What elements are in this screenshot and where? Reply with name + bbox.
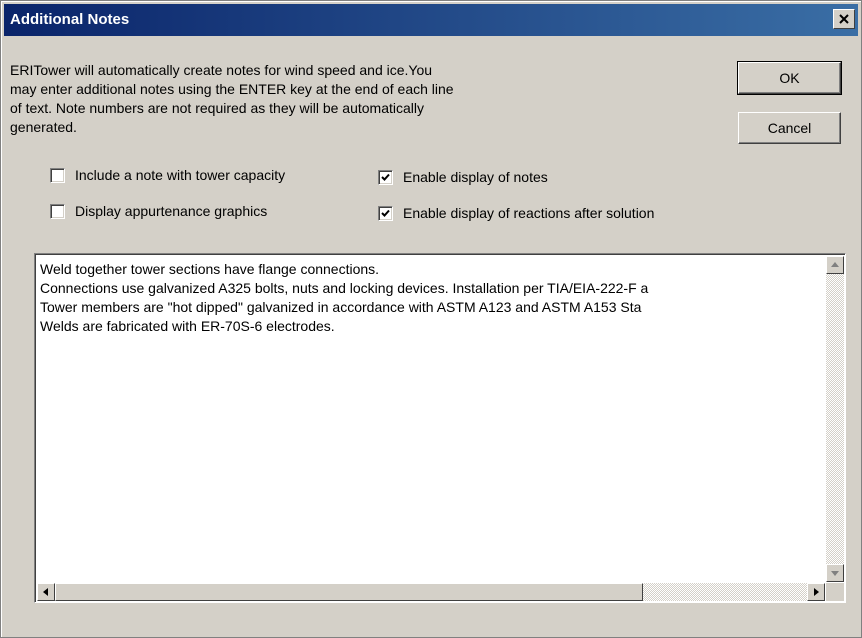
notes-textarea[interactable]: Weld together tower sections have flange… bbox=[34, 253, 846, 603]
notes-content[interactable]: Weld together tower sections have flange… bbox=[40, 260, 824, 582]
additional-notes-dialog: Additional Notes ERITower will automatic… bbox=[0, 0, 862, 638]
title-bar[interactable]: Additional Notes bbox=[4, 4, 858, 36]
checkbox-enable-display-notes[interactable] bbox=[378, 169, 393, 185]
checkbox-display-appurtenance-graphics[interactable] bbox=[50, 203, 65, 219]
arrow-left-icon bbox=[43, 588, 48, 596]
checkbox-enable-display-reactions[interactable] bbox=[378, 205, 393, 221]
ok-button[interactable]: OK bbox=[737, 61, 842, 95]
close-button[interactable] bbox=[833, 9, 855, 29]
checkbox-include-tower-capacity[interactable] bbox=[50, 167, 65, 183]
scroll-down-button[interactable] bbox=[826, 564, 844, 582]
option-label: Include a note with tower capacity bbox=[75, 167, 286, 183]
scroll-right-button[interactable] bbox=[807, 583, 825, 601]
window-title: Additional Notes bbox=[10, 11, 130, 28]
description-text: ERITower will automatically create notes… bbox=[10, 62, 454, 135]
option-include-tower-capacity[interactable]: Include a note with tower capacity bbox=[50, 165, 285, 185]
horizontal-scrollbar[interactable] bbox=[37, 583, 825, 601]
option-label: Display appurtenance graphics bbox=[75, 203, 268, 219]
arrow-down-icon bbox=[831, 571, 839, 576]
scroll-up-button[interactable] bbox=[826, 256, 844, 274]
close-icon bbox=[839, 14, 849, 24]
option-enable-display-reactions[interactable]: Enable display of reactions after soluti… bbox=[378, 203, 654, 223]
vertical-scrollbar[interactable] bbox=[826, 256, 844, 582]
arrow-up-icon bbox=[831, 262, 839, 267]
checkmark-icon bbox=[381, 209, 390, 217]
option-label: Enable display of notes bbox=[403, 169, 548, 185]
horizontal-scroll-thumb[interactable] bbox=[55, 583, 643, 601]
cancel-button[interactable]: Cancel bbox=[738, 112, 841, 144]
arrow-right-icon bbox=[814, 588, 819, 596]
option-enable-display-notes[interactable]: Enable display of notes bbox=[378, 167, 548, 187]
scroll-left-button[interactable] bbox=[37, 583, 55, 601]
option-label: Enable display of reactions after soluti… bbox=[403, 205, 655, 221]
scrollbar-corner bbox=[826, 583, 844, 601]
option-display-appurtenance-graphics[interactable]: Display appurtenance graphics bbox=[50, 201, 267, 221]
checkmark-icon bbox=[381, 173, 390, 181]
